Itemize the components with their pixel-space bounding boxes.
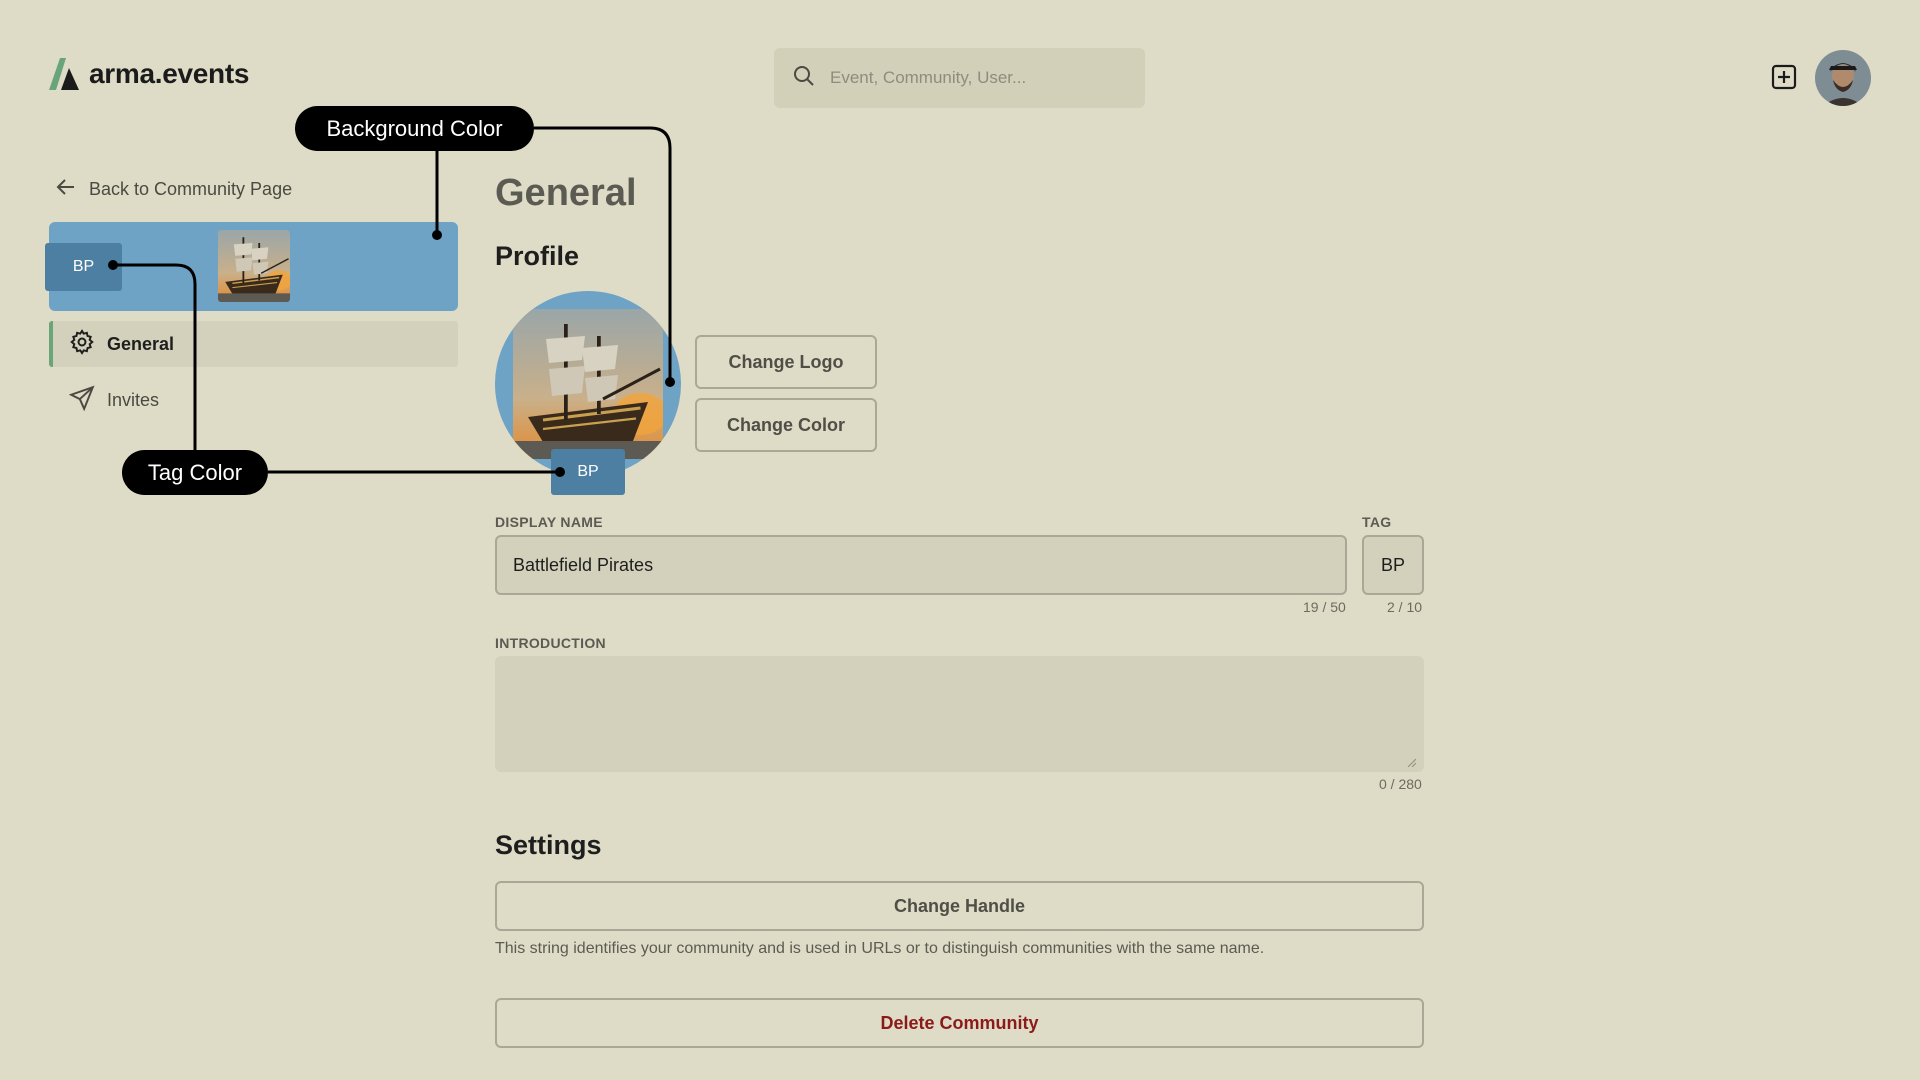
search-bar[interactable] — [774, 48, 1145, 108]
sidebar-item-label: General — [107, 333, 175, 354]
gear-icon — [69, 328, 95, 360]
profile-heading: Profile — [495, 241, 580, 271]
change-color-button[interactable]: Change Color — [695, 398, 877, 452]
sidebar-item-label: Invites — [107, 389, 160, 410]
back-to-community-link[interactable]: Back to Community Page — [55, 176, 292, 203]
display-name-field[interactable]: Battlefield Pirates — [495, 535, 1347, 595]
banner-tag-badge: BP — [45, 243, 122, 291]
search-input[interactable] — [830, 68, 1120, 88]
tag-color-callout: Tag Color — [122, 450, 268, 495]
change-handle-button[interactable]: Change Handle — [495, 881, 1424, 931]
brand-mark-icon — [49, 58, 79, 90]
sidebar-item-general[interactable]: General — [49, 321, 458, 367]
change-logo-button[interactable]: Change Logo — [695, 335, 877, 389]
introduction-counter: 0 / 280 — [1379, 776, 1422, 792]
search-icon — [792, 64, 816, 93]
page-title: General — [495, 172, 637, 214]
introduction-textarea[interactable] — [495, 656, 1424, 772]
back-link-label: Back to Community Page — [89, 179, 293, 199]
brand-logo[interactable]: arma.events — [49, 58, 249, 90]
user-avatar[interactable] — [1815, 50, 1871, 106]
banner-logo-image — [218, 230, 290, 302]
sidebar-item-invites[interactable]: Invites — [53, 377, 159, 423]
delete-community-button[interactable]: Delete Community — [495, 998, 1424, 1048]
introduction-label: INTRODUCTION — [495, 635, 606, 651]
tag-field[interactable]: BP — [1362, 535, 1424, 595]
background-color-callout: Background Color — [295, 106, 534, 151]
settings-heading: Settings — [495, 830, 602, 860]
resize-grip-icon[interactable] — [1406, 754, 1417, 768]
brand-name: arma.events — [89, 58, 250, 89]
tag-label: TAG — [1362, 514, 1392, 530]
handle-help-text: This string identifies your community an… — [495, 940, 1265, 957]
tag-counter: 2 / 10 — [1387, 599, 1423, 615]
arrow-left-icon — [55, 176, 77, 203]
create-button[interactable] — [1771, 64, 1797, 90]
display-name-counter: 19 / 50 — [1303, 599, 1346, 615]
display-name-label: DISPLAY NAME — [495, 514, 603, 530]
logo-tag-badge: BP — [551, 449, 625, 495]
plus-square-icon — [1771, 64, 1797, 90]
send-icon — [68, 385, 95, 416]
